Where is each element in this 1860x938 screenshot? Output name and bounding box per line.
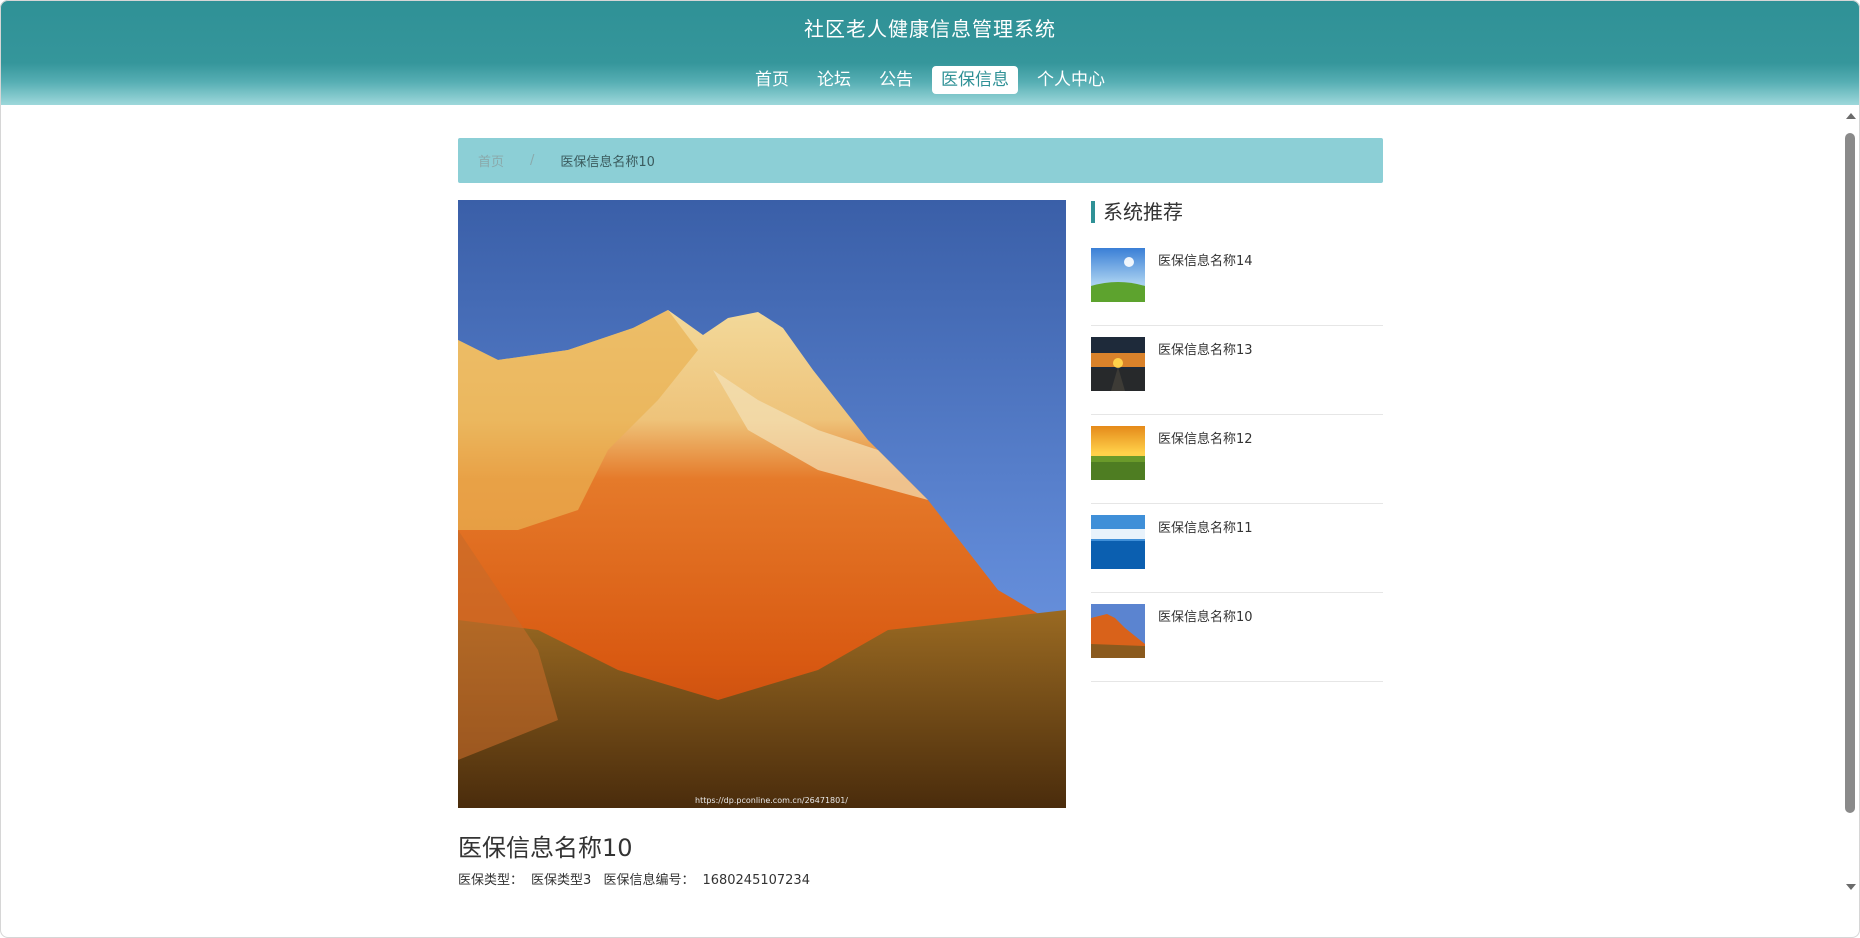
recommend-list: 医保信息名称14 医保信息名称13 医保信息名称12 医保信息名称11 医保信息… <box>1091 237 1383 682</box>
painted-mountain-photo-icon <box>458 200 1066 808</box>
breadcrumb-current: 医保信息名称10 <box>560 155 655 170</box>
nav-item-notice[interactable]: 公告 <box>870 66 922 94</box>
breadcrumb-home-link[interactable]: 首页 <box>478 151 504 170</box>
site-header: 社区老人健康信息管理系统 首页 论坛 公告 医保信息 个人中心 <box>0 0 1860 105</box>
breadcrumb: 首页 / 医保信息名称10 <box>458 138 1383 183</box>
insurance-code-value: 1680245107234 <box>702 873 810 888</box>
recommend-item[interactable]: 医保信息名称10 <box>1091 593 1383 682</box>
scroll-up-arrow-icon[interactable] <box>1846 113 1856 119</box>
detail-title: 医保信息名称10 <box>458 834 633 862</box>
detail-image <box>458 200 1066 808</box>
sunrise-field-thumbnail-icon <box>1091 426 1145 480</box>
recommend-item[interactable]: 医保信息名称14 <box>1091 237 1383 326</box>
insurance-code-label: 医保信息编号： <box>603 873 695 888</box>
sunset-road-thumbnail-icon <box>1091 337 1145 391</box>
nav-item-home[interactable]: 首页 <box>746 66 798 94</box>
recommend-item-label: 医保信息名称13 <box>1158 343 1253 358</box>
recommend-item-label: 医保信息名称14 <box>1158 254 1253 269</box>
scroll-down-arrow-icon[interactable] <box>1846 884 1856 890</box>
sky-grass-thumbnail-icon <box>1091 248 1145 302</box>
insurance-type-label: 医保类型： <box>458 873 524 888</box>
detail-meta: 医保类型： 医保类型3 医保信息编号： 1680245107234 <box>458 869 818 888</box>
vertical-scrollbar[interactable] <box>1842 105 1860 900</box>
nav-item-forum[interactable]: 论坛 <box>808 66 860 94</box>
insurance-type-value: 医保类型3 <box>531 873 592 888</box>
nav-item-insurance[interactable]: 医保信息 <box>932 66 1018 94</box>
sea-sky-thumbnail-icon <box>1091 515 1145 569</box>
recommend-title: 系统推荐 <box>1091 201 1183 223</box>
recommend-item[interactable]: 医保信息名称13 <box>1091 326 1383 415</box>
recommend-item-label: 医保信息名称12 <box>1158 432 1253 447</box>
scrollbar-thumb[interactable] <box>1845 133 1855 813</box>
image-watermark: https://dp.pconline.com.cn/26471801/ <box>695 796 849 805</box>
recommend-item-label: 医保信息名称10 <box>1158 610 1253 625</box>
site-title: 社区老人健康信息管理系统 <box>804 17 1056 41</box>
painted-mountain-thumbnail-icon <box>1091 604 1145 658</box>
recommend-item-label: 医保信息名称11 <box>1158 521 1253 536</box>
main-nav: 首页 论坛 公告 医保信息 个人中心 <box>0 66 1860 94</box>
recommend-item[interactable]: 医保信息名称12 <box>1091 415 1383 504</box>
recommend-item[interactable]: 医保信息名称11 <box>1091 504 1383 593</box>
nav-item-personal-center[interactable]: 个人中心 <box>1028 66 1114 94</box>
breadcrumb-separator: / <box>530 153 535 168</box>
